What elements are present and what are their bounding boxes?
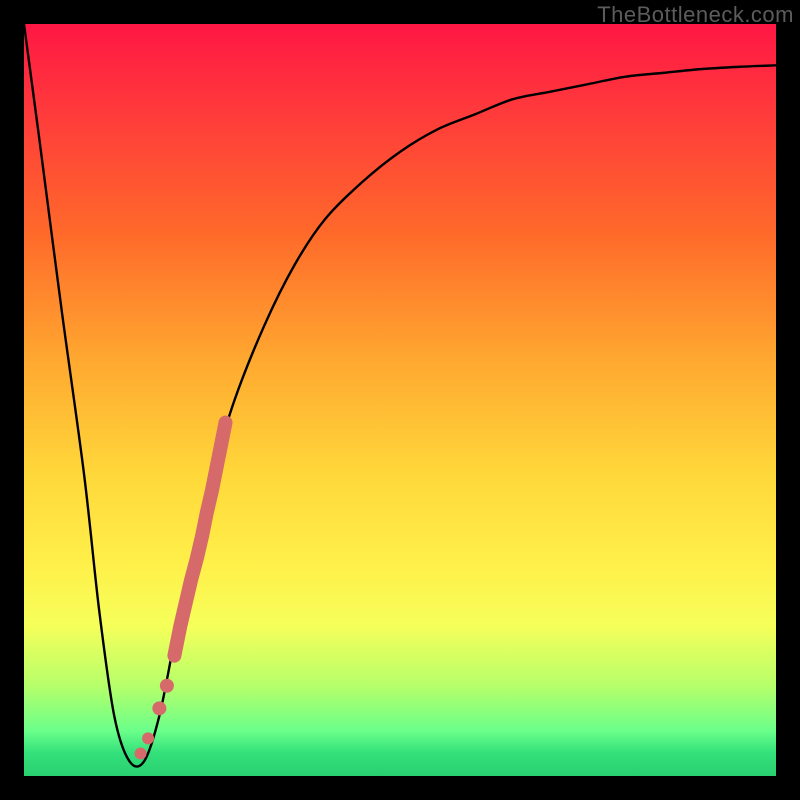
bottleneck-curve-path <box>24 24 776 767</box>
bottleneck-curve <box>24 24 776 767</box>
plot-area <box>24 24 776 776</box>
chart-frame: TheBottleneck.com <box>0 0 800 800</box>
watermark-text: TheBottleneck.com <box>597 2 794 28</box>
scatter-point <box>142 732 154 744</box>
scatter-cluster <box>135 423 226 760</box>
scatter-point <box>152 701 166 715</box>
scatter-dense-segment <box>174 423 225 656</box>
chart-svg <box>24 24 776 776</box>
scatter-point <box>160 679 174 693</box>
scatter-point <box>135 747 147 759</box>
